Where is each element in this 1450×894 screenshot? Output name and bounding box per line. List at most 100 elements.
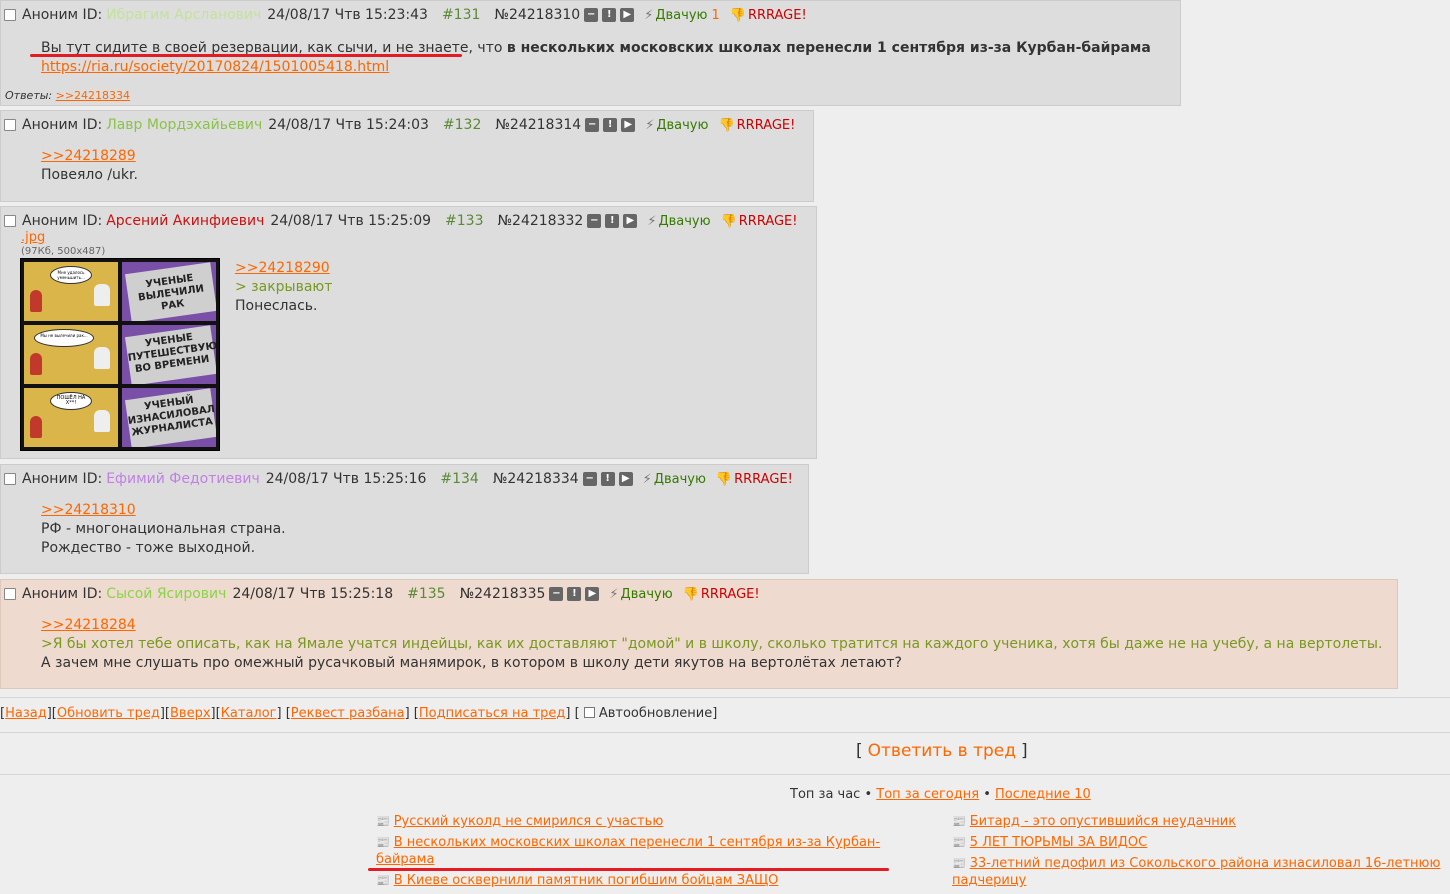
dislike-label: RRRAGE! <box>700 586 760 602</box>
bolt-icon: ⚡ <box>645 117 655 133</box>
poster-id: Арсений Акинфиевич <box>106 213 265 229</box>
top-thread-link[interactable]: В нескольких московских школах перенесли… <box>376 835 880 867</box>
dislike-button[interactable]: 👎 RRRAGE! <box>683 587 760 602</box>
dislike-button[interactable]: 👎 RRRAGE! <box>721 214 798 229</box>
post-index[interactable]: #134 <box>440 471 478 487</box>
like-button[interactable]: ⚡ Двачую 1 <box>644 8 720 23</box>
report-icon[interactable]: ! <box>602 8 617 22</box>
reply-ref-link[interactable]: >>24218289 <box>41 148 136 164</box>
top-list-left: 📰 Русский куколд не смирился с участью 📰 В… <box>376 813 891 893</box>
autoupdate-checkbox[interactable] <box>583 707 595 718</box>
post-132: Аноним ID: Лавр Мордэхайьевич 24/08/17 Ч… <box>0 110 814 202</box>
select-checkbox[interactable] <box>4 215 16 227</box>
nav-up-link[interactable]: Вверх <box>170 706 211 721</box>
post-date: 24/08/17 Чтв 15:25:18 <box>232 586 394 602</box>
top-thread-link[interactable]: 33-летний педофил из Сокольского района … <box>952 856 1440 888</box>
replies-label: Ответы: <box>5 89 53 102</box>
top-last-link[interactable]: Последние 10 <box>995 787 1091 802</box>
divider <box>0 697 1450 698</box>
select-checkbox[interactable] <box>4 9 16 21</box>
post-number[interactable]: №24218310 <box>494 7 580 23</box>
speech-bubble: Мне удалось уменьшить... <box>50 266 92 284</box>
top-item: 📰 В Киеве осквернили памятник погибшим бо… <box>376 872 891 889</box>
thread-nav: [Назад][Обновить тред][Вверх][Каталог] [… <box>0 706 718 721</box>
newspaper-icon: 📰 <box>376 815 390 828</box>
reply-ref-link[interactable]: >>24218310 <box>41 502 136 518</box>
reply-ref-link[interactable]: >>24218290 <box>235 260 330 276</box>
play-icon[interactable]: ▶ <box>621 118 636 132</box>
like-button[interactable]: ⚡ Двачую <box>609 587 672 602</box>
play-icon[interactable]: ▶ <box>623 214 638 228</box>
like-button[interactable]: ⚡ Двачую <box>647 214 710 229</box>
select-checkbox[interactable] <box>4 119 16 131</box>
select-checkbox[interactable] <box>4 473 16 485</box>
post-index[interactable]: #133 <box>445 213 483 229</box>
play-icon[interactable]: ▶ <box>620 8 635 22</box>
reply-ref-link[interactable]: >>24218284 <box>41 617 136 633</box>
reply-thread-button[interactable]: Ответить в тред <box>868 741 1016 761</box>
hide-icon[interactable]: − <box>582 472 597 486</box>
top-thread-link[interactable]: Русский куколд не смирился с участью <box>394 814 664 829</box>
top-item: 📰 В нескольких московских школах перенесл… <box>376 834 891 868</box>
report-icon[interactable]: ! <box>603 118 618 132</box>
replies: Ответы: >>24218334 <box>5 89 1174 102</box>
post-index[interactable]: #132 <box>443 117 481 133</box>
reply-link[interactable]: >>24218334 <box>56 89 130 102</box>
post-135: Аноним ID: Сысой Ясирович 24/08/17 Чтв 1… <box>0 579 1398 689</box>
post-index[interactable]: #135 <box>407 586 445 602</box>
hide-icon[interactable]: − <box>549 587 564 601</box>
post-date: 24/08/17 Чтв 15:25:09 <box>270 213 432 229</box>
newspaper: УЧЕНЫЕ ПУТЕШЕСТВУЮТ ВО ВРЕМЕНИ <box>125 325 216 384</box>
post-text-line: Рождество - тоже выходной. <box>41 540 256 556</box>
dislike-label: RRRAGE! <box>747 7 807 23</box>
comic-panel: Мы не вылечили рак... <box>24 325 118 384</box>
top-thread-link[interactable]: В Киеве осквернили памятник погибшим бой… <box>394 873 779 888</box>
dislike-button[interactable]: 👎 RRRAGE! <box>730 8 807 23</box>
bolt-icon: ⚡ <box>647 213 657 229</box>
thumb-down-icon: 👎 <box>720 213 737 229</box>
dislike-button[interactable]: 👎 RRRAGE! <box>718 118 795 133</box>
nav-back-link[interactable]: Назад <box>5 706 47 721</box>
bolt-icon: ⚡ <box>609 586 619 602</box>
post-index[interactable]: #131 <box>442 7 480 23</box>
nav-unban-request-link[interactable]: Реквест разбана <box>291 706 405 721</box>
post-header: Аноним ID: Сысой Ясирович 24/08/17 Чтв 1… <box>4 584 1391 604</box>
post-131: Аноним ID: Ибрагим Арсланович 24/08/17 Ч… <box>0 0 1181 106</box>
dislike-label: RRRAGE! <box>738 213 798 229</box>
select-checkbox[interactable] <box>4 588 16 600</box>
post-number[interactable]: №24218335 <box>460 586 546 602</box>
file-name-link[interactable]: .jpg <box>21 230 45 245</box>
post-date: 24/08/17 Чтв 15:25:16 <box>265 471 427 487</box>
post-link[interactable]: https://ria.ru/society/20170824/15010054… <box>41 59 389 75</box>
report-icon[interactable]: ! <box>567 587 582 601</box>
report-icon[interactable]: ! <box>600 472 615 486</box>
post-number[interactable]: №24218334 <box>493 471 579 487</box>
speech-bubble: ПОШЁЛ НА Х**! <box>50 392 92 410</box>
post-header: Аноним ID: Арсений Акинфиевич 24/08/17 Ч… <box>4 211 810 231</box>
top-threads-tabs: Топ за час • Топ за сегодня • Последние … <box>790 787 1091 802</box>
post-body: >>24218290 > закрывают Понеслась. <box>235 259 332 316</box>
play-icon[interactable]: ▶ <box>618 472 633 486</box>
top-thread-link[interactable]: 5 ЛЕТ ТЮРЬМЫ ЗА ВИДОС <box>970 835 1148 850</box>
post-header: Аноним ID: Ибрагим Арсланович 24/08/17 Ч… <box>4 5 1174 25</box>
top-item: 📰 Битард - это опустившийся неудачник <box>952 813 1447 830</box>
figure <box>30 416 42 438</box>
like-button[interactable]: ⚡ Двачую <box>645 118 708 133</box>
hide-icon[interactable]: − <box>584 8 599 22</box>
nav-refresh-link[interactable]: Обновить тред <box>57 706 160 721</box>
nav-subscribe-link[interactable]: Подписаться на тред <box>419 706 566 721</box>
quote-text: >Я бы хотел тебе описать, как на Ямале у… <box>41 636 1383 652</box>
post-number[interactable]: №24218314 <box>495 117 581 133</box>
post-number[interactable]: №24218332 <box>497 213 583 229</box>
report-icon[interactable]: ! <box>605 214 620 228</box>
top-thread-link[interactable]: Битард - это опустившийся неудачник <box>970 814 1236 829</box>
like-button[interactable]: ⚡ Двачую <box>643 472 706 487</box>
play-icon[interactable]: ▶ <box>585 587 600 601</box>
hide-icon[interactable]: − <box>585 118 600 132</box>
nav-catalog-link[interactable]: Каталог <box>221 706 277 721</box>
post-image[interactable]: Мне удалось уменьшить... УЧЕНЫЕ ВЫЛЕЧИЛИ… <box>20 258 220 451</box>
poster-id: Ефимий Федотиевич <box>106 471 260 487</box>
hide-icon[interactable]: − <box>587 214 602 228</box>
top-today-link[interactable]: Топ за сегодня <box>876 787 979 802</box>
dislike-button[interactable]: 👎 RRRAGE! <box>716 472 793 487</box>
